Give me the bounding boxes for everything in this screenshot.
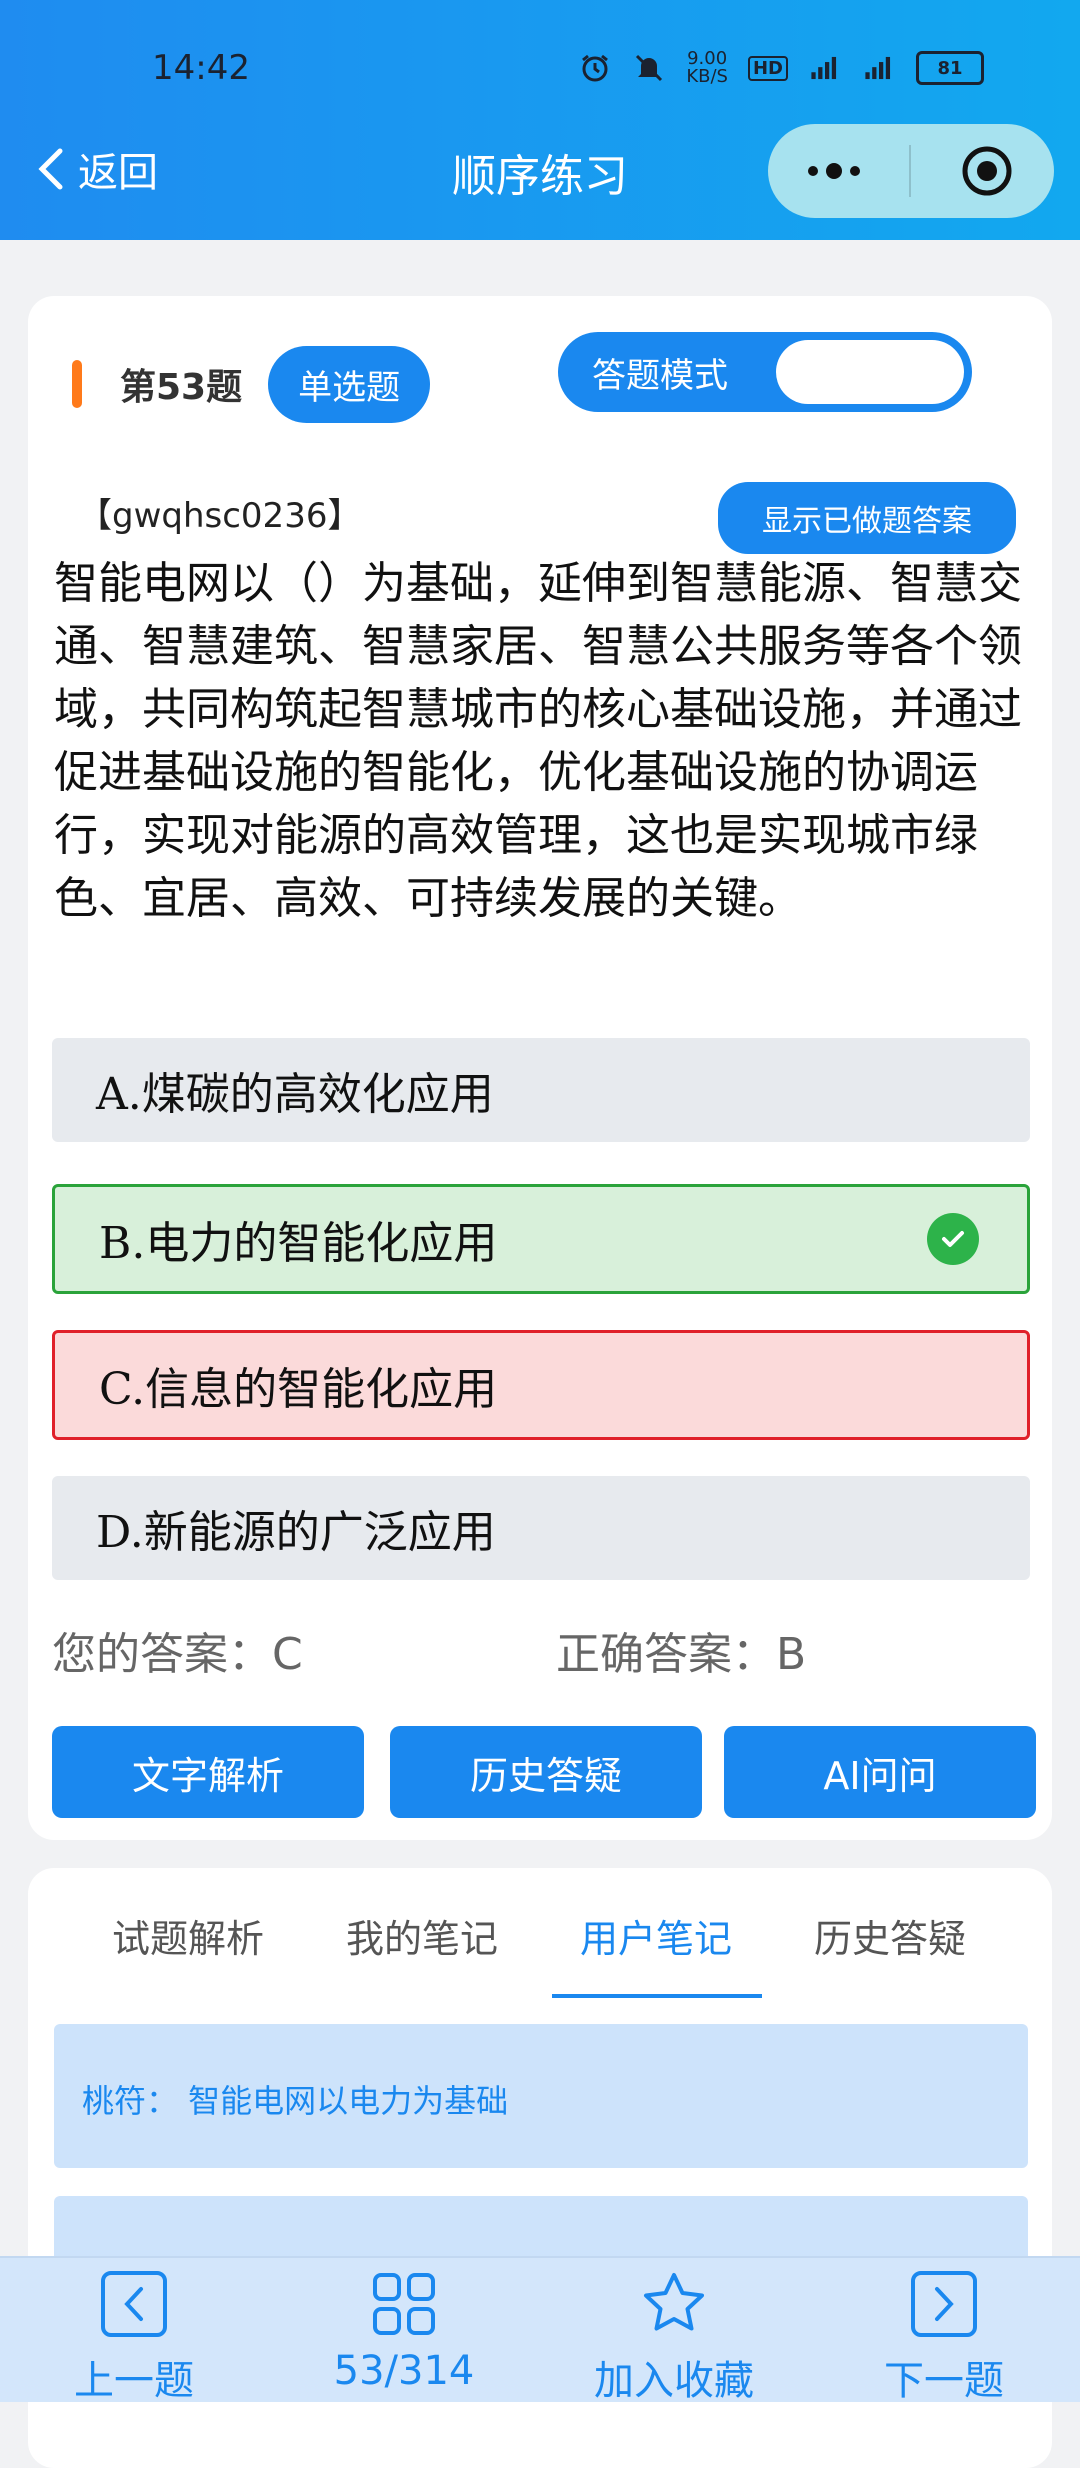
prev-label: 上一题	[74, 2358, 194, 2404]
next-label: 下一题	[884, 2358, 1004, 2404]
favorite-label: 加入收藏	[594, 2358, 754, 2404]
next-question-button[interactable]: 下一题	[844, 2266, 1044, 2406]
hd-icon: HD	[747, 55, 788, 81]
capsule-divider	[909, 145, 911, 197]
net-speed: 9.00 KB/S	[686, 48, 728, 87]
chevron-right-box-icon	[906, 2266, 982, 2342]
active-tab-indicator	[552, 1994, 762, 1998]
option-d[interactable]: D.新能源的广泛应用	[52, 1476, 1030, 1580]
mute-icon	[632, 51, 666, 85]
star-icon	[636, 2266, 712, 2342]
alarm-icon	[578, 51, 612, 85]
question-text: 智能电网以（）为基础，延伸到智慧能源、智慧交通、智慧建筑、智慧家居、智慧公共服务…	[54, 558, 1022, 924]
accent-bar	[72, 360, 82, 408]
note-text: 桃符： 智能电网以电力为基础	[82, 2082, 509, 2120]
check-circle-icon	[927, 1213, 979, 1265]
show-answers-button[interactable]: 显示已做题答案	[718, 482, 1016, 554]
more-icon[interactable]	[808, 163, 860, 179]
signal-icon-2	[862, 51, 896, 85]
progress-label: 53/314	[333, 2348, 475, 2394]
text-analysis-button[interactable]: 文字解析	[52, 1726, 364, 1818]
signal-icon	[808, 51, 842, 85]
tab-analysis[interactable]: 试题解析	[112, 1908, 264, 1963]
option-c[interactable]: C.信息的智能化应用	[52, 1330, 1030, 1440]
battery-icon: 81	[916, 51, 984, 85]
header: 14:42 9.00 KB/S HD 81 返回 顺序练习	[0, 0, 1080, 240]
action-buttons: 文字解析 历史答疑 AI问问	[52, 1726, 1036, 1818]
option-a[interactable]: A.煤碳的高效化应用	[52, 1038, 1030, 1142]
notes-tabs: 试题解析 我的笔记 用户笔记 历史答疑	[28, 1908, 1052, 2008]
bottom-nav: 上一题 53/314 加入收藏 下一题	[0, 2256, 1080, 2404]
tab-history-qa[interactable]: 历史答疑	[814, 1908, 966, 1963]
question-type-badge: 单选题	[268, 345, 431, 423]
history-qa-button[interactable]: 历史答疑	[390, 1726, 702, 1818]
tab-my-notes[interactable]: 我的笔记	[346, 1908, 498, 1963]
mode-label: 答题模式	[592, 355, 728, 396]
question-number: 第53题	[120, 367, 243, 408]
option-label: C.信息的智能化应用	[99, 1364, 498, 1415]
answer-mode-toggle[interactable]: 答题模式	[558, 332, 972, 412]
option-label: B.电力的智能化应用	[99, 1218, 498, 1269]
option-label: D.新能源的广泛应用	[96, 1507, 496, 1558]
your-answer: 您的答案：C	[52, 1629, 303, 1680]
favorite-button[interactable]: 加入收藏	[574, 2266, 774, 2406]
miniapp-capsule	[768, 124, 1054, 218]
chevron-left-box-icon	[96, 2266, 172, 2342]
ai-ask-button[interactable]: AI问问	[724, 1726, 1036, 1818]
grid-icon	[366, 2266, 442, 2342]
prev-question-button[interactable]: 上一题	[34, 2266, 234, 2406]
progress-button[interactable]: 53/314	[304, 2266, 504, 2394]
status-icons: 9.00 KB/S HD 81	[578, 50, 984, 86]
note-item: 桃符： 智能电网以电力为基础	[54, 2024, 1028, 2168]
toggle-knob	[776, 340, 964, 404]
option-label: A.煤碳的高效化应用	[96, 1069, 494, 1120]
status-time: 14:42	[152, 48, 250, 88]
close-target-icon[interactable]	[960, 144, 1014, 198]
question-card: 第53题 单选题 答题模式 【gwqhsc0236】 显示已做题答案 智能电网以…	[28, 296, 1052, 1840]
option-b[interactable]: B.电力的智能化应用	[52, 1184, 1030, 1294]
question-code: 【gwqhsc0236】	[78, 496, 362, 536]
correct-answer: 正确答案：B	[556, 1629, 807, 1680]
tab-user-notes[interactable]: 用户笔记	[580, 1908, 732, 1963]
